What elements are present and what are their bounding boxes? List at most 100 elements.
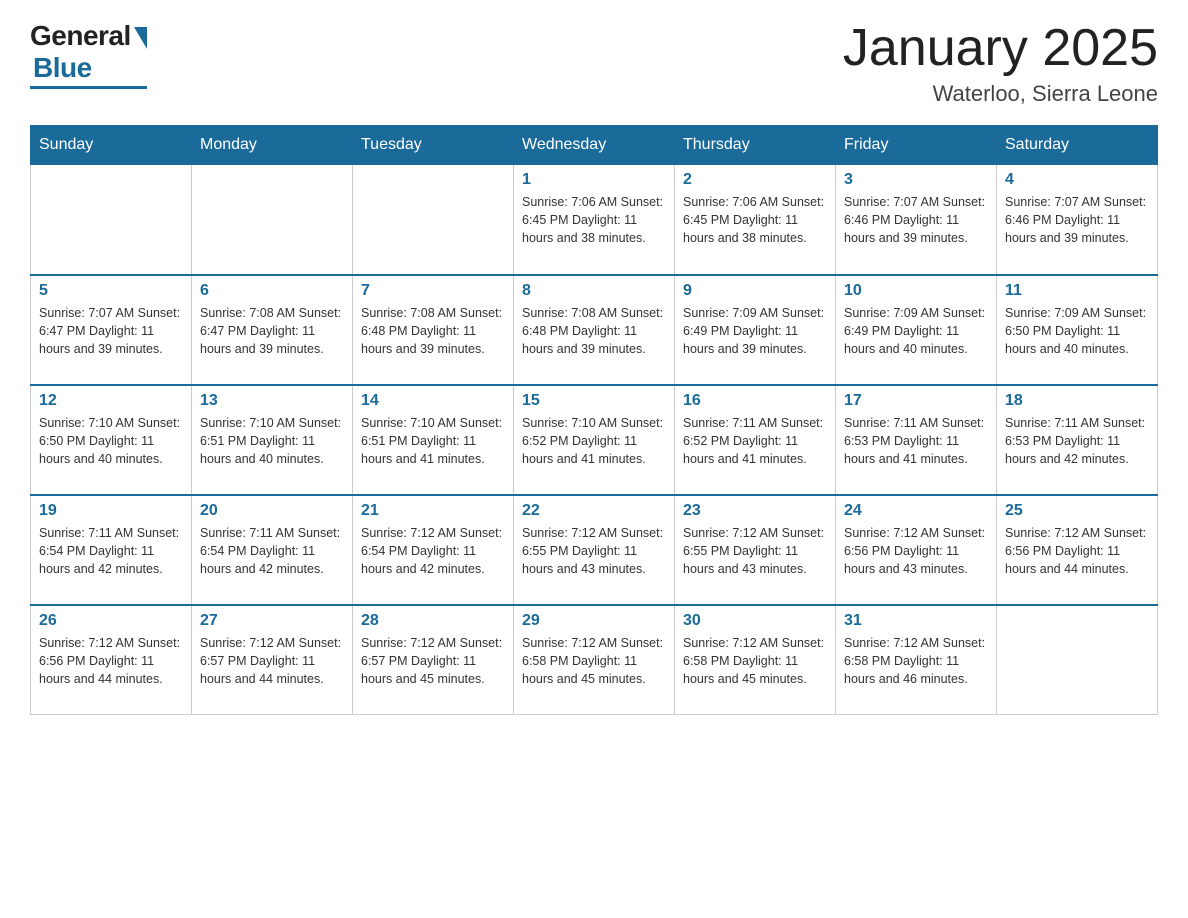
day-info: Sunrise: 7:08 AM Sunset: 6:48 PM Dayligh… xyxy=(361,304,505,358)
logo-general-text: General xyxy=(30,20,131,52)
day-info: Sunrise: 7:12 AM Sunset: 6:57 PM Dayligh… xyxy=(361,634,505,688)
day-info: Sunrise: 7:11 AM Sunset: 6:52 PM Dayligh… xyxy=(683,414,827,468)
day-info: Sunrise: 7:12 AM Sunset: 6:58 PM Dayligh… xyxy=(683,634,827,688)
day-number: 8 xyxy=(522,282,666,300)
day-info: Sunrise: 7:12 AM Sunset: 6:54 PM Dayligh… xyxy=(361,524,505,578)
day-info: Sunrise: 7:09 AM Sunset: 6:49 PM Dayligh… xyxy=(844,304,988,358)
logo-triangle-icon xyxy=(134,27,147,49)
day-info: Sunrise: 7:10 AM Sunset: 6:51 PM Dayligh… xyxy=(200,414,344,468)
calendar-day-cell: 12 Sunrise: 7:10 AM Sunset: 6:50 PM Dayli… xyxy=(31,385,192,495)
day-info: Sunrise: 7:10 AM Sunset: 6:50 PM Dayligh… xyxy=(39,414,183,468)
day-number: 30 xyxy=(683,612,827,630)
calendar-day-cell: 7 Sunrise: 7:08 AM Sunset: 6:48 PM Daylig… xyxy=(353,275,514,385)
calendar-day-cell: 21 Sunrise: 7:12 AM Sunset: 6:54 PM Dayli… xyxy=(353,495,514,605)
day-number: 3 xyxy=(844,171,988,189)
calendar-day-cell: 4Sunrise: 7:07 AM Sunset: 6:46 PM Daylig… xyxy=(997,165,1158,275)
day-number: 24 xyxy=(844,502,988,520)
day-number: 17 xyxy=(844,392,988,410)
day-info: Sunrise: 7:11 AM Sunset: 6:53 PM Dayligh… xyxy=(1005,414,1149,468)
calendar-day-cell: 27 Sunrise: 7:12 AM Sunset: 6:57 PM Dayli… xyxy=(192,605,353,715)
logo-blue-text: Blue xyxy=(33,52,92,84)
day-number: 21 xyxy=(361,502,505,520)
day-number: 23 xyxy=(683,502,827,520)
calendar-day-cell: 24Sunrise: 7:12 AM Sunset: 6:56 PM Dayli… xyxy=(836,495,997,605)
calendar-week-row: 1 Sunrise: 7:06 AM Sunset: 6:45 PM Daylig… xyxy=(31,165,1158,275)
calendar-day-cell: 11 Sunrise: 7:09 AM Sunset: 6:50 PM Dayli… xyxy=(997,275,1158,385)
calendar-day-cell: 1Sunrise: 7:06 AM Sunset: 6:45 PM Daylig… xyxy=(514,165,675,275)
day-info: Sunrise: 7:08 AM Sunset: 6:48 PM Dayligh… xyxy=(522,304,666,358)
day-number: 9 xyxy=(683,282,827,300)
calendar-day-cell: 30 Sunrise: 7:12 AM Sunset: 6:58 PM Dayli… xyxy=(675,605,836,715)
calendar-header-row: SundayMondayTuesdayWednesdayThursdayFrid… xyxy=(31,126,1158,165)
day-number: 31 xyxy=(844,612,988,630)
day-info: Sunrise: 7:12 AM Sunset: 6:58 PM Dayligh… xyxy=(522,634,666,688)
calendar-week-row: 26Sunrise: 7:12 AM Sunset: 6:56 PM Dayli… xyxy=(31,605,1158,715)
calendar-day-cell: 13Sunrise: 7:10 AM Sunset: 6:51 PM Dayli… xyxy=(192,385,353,495)
calendar-day-cell: 2 Sunrise: 7:06 AM Sunset: 6:45 PM Daylig… xyxy=(675,165,836,275)
day-number: 19 xyxy=(39,502,183,520)
day-number: 12 xyxy=(39,392,183,410)
day-number: 5 xyxy=(39,282,183,300)
calendar-day-cell: 28 Sunrise: 7:12 AM Sunset: 6:57 PM Dayli… xyxy=(353,605,514,715)
day-number: 22 xyxy=(522,502,666,520)
day-info: Sunrise: 7:11 AM Sunset: 6:54 PM Dayligh… xyxy=(39,524,183,578)
day-number: 6 xyxy=(200,282,344,300)
calendar-day-cell: 3 Sunrise: 7:07 AM Sunset: 6:46 PM Daylig… xyxy=(836,165,997,275)
calendar-day-cell: 9 Sunrise: 7:09 AM Sunset: 6:49 PM Daylig… xyxy=(675,275,836,385)
day-info: Sunrise: 7:10 AM Sunset: 6:52 PM Dayligh… xyxy=(522,414,666,468)
day-info: Sunrise: 7:06 AM Sunset: 6:45 PM Dayligh… xyxy=(683,193,827,247)
day-number: 4 xyxy=(1005,171,1149,189)
calendar-day-cell: 25Sunrise: 7:12 AM Sunset: 6:56 PM Dayli… xyxy=(997,495,1158,605)
calendar-day-cell: 26Sunrise: 7:12 AM Sunset: 6:56 PM Dayli… xyxy=(31,605,192,715)
day-number: 27 xyxy=(200,612,344,630)
calendar-day-cell xyxy=(31,165,192,275)
calendar-day-cell: 19 Sunrise: 7:11 AM Sunset: 6:54 PM Dayli… xyxy=(31,495,192,605)
calendar-day-cell: 8 Sunrise: 7:08 AM Sunset: 6:48 PM Daylig… xyxy=(514,275,675,385)
calendar-day-cell: 17Sunrise: 7:11 AM Sunset: 6:53 PM Dayli… xyxy=(836,385,997,495)
calendar-week-row: 5 Sunrise: 7:07 AM Sunset: 6:47 PM Daylig… xyxy=(31,275,1158,385)
day-number: 16 xyxy=(683,392,827,410)
day-info: Sunrise: 7:12 AM Sunset: 6:55 PM Dayligh… xyxy=(683,524,827,578)
day-number: 10 xyxy=(844,282,988,300)
calendar-day-cell: 16 Sunrise: 7:11 AM Sunset: 6:52 PM Dayli… xyxy=(675,385,836,495)
calendar-day-cell: 23 Sunrise: 7:12 AM Sunset: 6:55 PM Dayli… xyxy=(675,495,836,605)
day-info: Sunrise: 7:07 AM Sunset: 6:47 PM Dayligh… xyxy=(39,304,183,358)
calendar-table: SundayMondayTuesdayWednesdayThursdayFrid… xyxy=(30,125,1158,715)
day-info: Sunrise: 7:09 AM Sunset: 6:50 PM Dayligh… xyxy=(1005,304,1149,358)
day-info: Sunrise: 7:12 AM Sunset: 6:58 PM Dayligh… xyxy=(844,634,988,688)
day-number: 7 xyxy=(361,282,505,300)
calendar-day-cell xyxy=(997,605,1158,715)
day-of-week-header: Saturday xyxy=(997,126,1158,165)
day-info: Sunrise: 7:12 AM Sunset: 6:56 PM Dayligh… xyxy=(1005,524,1149,578)
day-of-week-header: Sunday xyxy=(31,126,192,165)
day-of-week-header: Tuesday xyxy=(353,126,514,165)
calendar-week-row: 12 Sunrise: 7:10 AM Sunset: 6:50 PM Dayli… xyxy=(31,385,1158,495)
calendar-day-cell: 5 Sunrise: 7:07 AM Sunset: 6:47 PM Daylig… xyxy=(31,275,192,385)
day-number: 28 xyxy=(361,612,505,630)
calendar-week-row: 19 Sunrise: 7:11 AM Sunset: 6:54 PM Dayli… xyxy=(31,495,1158,605)
calendar-day-cell: 6Sunrise: 7:08 AM Sunset: 6:47 PM Daylig… xyxy=(192,275,353,385)
month-title: January 2025 xyxy=(843,20,1158,77)
day-number: 1 xyxy=(522,171,666,189)
day-info: Sunrise: 7:11 AM Sunset: 6:54 PM Dayligh… xyxy=(200,524,344,578)
day-info: Sunrise: 7:09 AM Sunset: 6:49 PM Dayligh… xyxy=(683,304,827,358)
day-of-week-header: Friday xyxy=(836,126,997,165)
day-number: 18 xyxy=(1005,392,1149,410)
day-number: 2 xyxy=(683,171,827,189)
day-info: Sunrise: 7:12 AM Sunset: 6:57 PM Dayligh… xyxy=(200,634,344,688)
day-info: Sunrise: 7:07 AM Sunset: 6:46 PM Dayligh… xyxy=(844,193,988,247)
calendar-day-cell: 14Sunrise: 7:10 AM Sunset: 6:51 PM Dayli… xyxy=(353,385,514,495)
day-info: Sunrise: 7:12 AM Sunset: 6:55 PM Dayligh… xyxy=(522,524,666,578)
calendar-day-cell: 31 Sunrise: 7:12 AM Sunset: 6:58 PM Dayli… xyxy=(836,605,997,715)
calendar-day-cell: 29Sunrise: 7:12 AM Sunset: 6:58 PM Dayli… xyxy=(514,605,675,715)
day-number: 15 xyxy=(522,392,666,410)
calendar-day-cell xyxy=(192,165,353,275)
day-info: Sunrise: 7:12 AM Sunset: 6:56 PM Dayligh… xyxy=(39,634,183,688)
location-text: Waterloo, Sierra Leone xyxy=(843,81,1158,107)
day-number: 20 xyxy=(200,502,344,520)
day-number: 11 xyxy=(1005,282,1149,300)
logo: General Blue xyxy=(30,20,147,89)
title-area: January 2025 Waterloo, Sierra Leone xyxy=(843,20,1158,107)
day-of-week-header: Thursday xyxy=(675,126,836,165)
calendar-day-cell: 20 Sunrise: 7:11 AM Sunset: 6:54 PM Dayli… xyxy=(192,495,353,605)
